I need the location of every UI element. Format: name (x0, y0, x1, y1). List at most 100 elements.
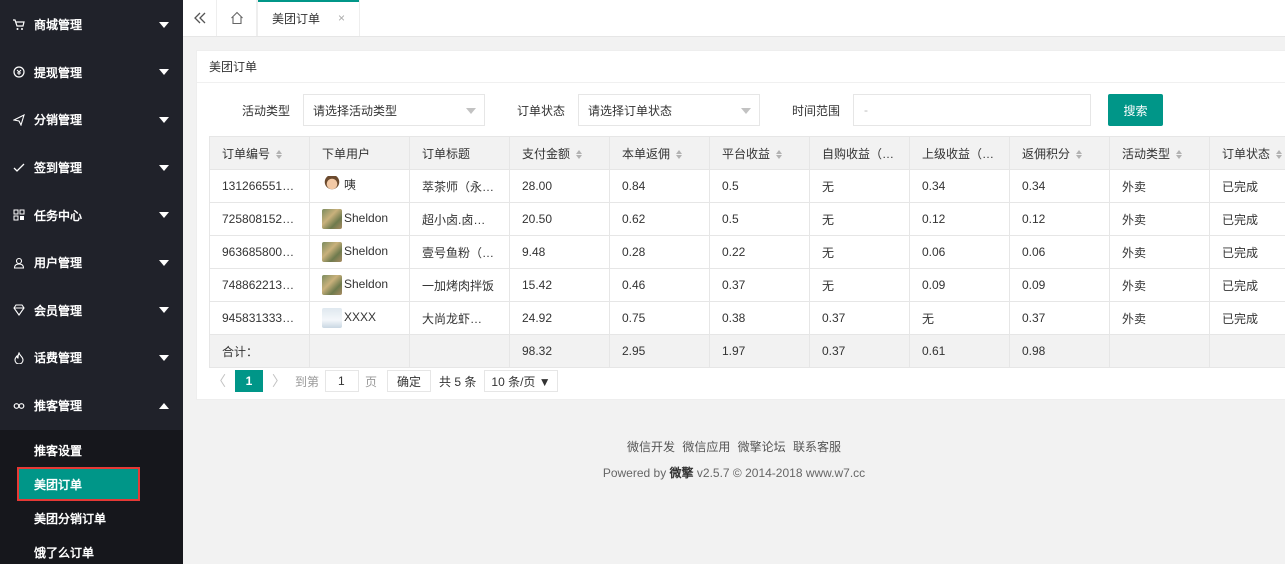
activity-type-select[interactable]: 请选择活动类型 (303, 94, 485, 126)
sort-icon[interactable] (1276, 149, 1283, 159)
column-header-label: 支付金额 (522, 146, 571, 161)
cell-parent: 无 (909, 301, 1010, 335)
column-header[interactable]: 订单编号 (209, 136, 310, 170)
cell-status: 已完成 (1209, 235, 1285, 269)
cell-platform: 0.37 (709, 268, 810, 302)
prev-page-icon[interactable]: 〈 (209, 371, 229, 391)
column-header: 自购收益（… (809, 136, 910, 170)
page-current[interactable]: 1 (235, 370, 263, 392)
table-row[interactable]: 945831333… XXXX 大尚龙虾… 24.92 0.75 0.38 0.… (209, 301, 1285, 335)
table-row[interactable]: 748862213… Sheldon 一加烤肉拌饭 15.42 0.46 0.3… (209, 268, 1285, 302)
column-header[interactable]: 支付金额 (509, 136, 610, 170)
order-status-select[interactable]: 请选择订单状态 (578, 94, 760, 126)
sort-icon[interactable] (576, 149, 583, 159)
table-row[interactable]: 963685800… Sheldon 壹号鱼粉（… 9.48 0.28 0.22… (209, 235, 1285, 269)
sort-icon[interactable] (276, 149, 283, 159)
chevron-down-icon (159, 259, 169, 266)
goto-page-input[interactable]: 1 (325, 370, 360, 392)
search-button[interactable]: 搜索 (1108, 94, 1163, 126)
close-icon[interactable]: × (338, 11, 345, 25)
column-header: 订单标题 (409, 136, 510, 170)
cell-commission: 0.75 (609, 301, 710, 335)
column-header-label: 自购收益（… (822, 146, 895, 161)
cell-user: 咦 (309, 169, 410, 203)
cell-title: 超小卤.卤… (409, 202, 510, 236)
cell-total-commission: 2.95 (609, 334, 710, 368)
sub-item-label: 推客设置 (34, 443, 83, 458)
sub-item-eleme-orders[interactable]: 饿了么订单 (0, 535, 183, 564)
cell-parent: 0.12 (909, 202, 1010, 236)
goto-confirm-button[interactable]: 确定 (387, 370, 432, 392)
cell-self: 0.37 (809, 301, 910, 335)
cell-points: 0.09 (1009, 268, 1110, 302)
nav-item-phone-fee[interactable]: 话费管理 (0, 334, 183, 382)
footer-link-wechat-dev[interactable]: 微信开发 (627, 440, 675, 454)
footer-link-wechat-apps[interactable]: 微信应用 (682, 440, 730, 454)
chevron-down-icon (159, 307, 169, 314)
column-header[interactable]: 平台收益 (709, 136, 810, 170)
cell-total-points: 0.98 (1009, 334, 1110, 368)
tab-meituan-orders[interactable]: 美团订单 × (257, 0, 361, 36)
table-row[interactable]: 725808152… Sheldon 超小卤.卤… 20.50 0.62 0.5… (209, 202, 1285, 236)
cell-pay: 24.92 (509, 301, 610, 335)
nav-item-checkin[interactable]: 签到管理 (0, 144, 183, 192)
page-unit-label: 页 (365, 374, 378, 389)
user-name: Sheldon (344, 211, 389, 226)
time-range-input[interactable]: - (853, 94, 1091, 126)
home-tab[interactable] (217, 0, 257, 36)
cell-order-no: 725808152… (209, 202, 310, 236)
sub-item-meituan-distribution-orders[interactable]: 美团分销订单 (0, 501, 183, 535)
avatar (322, 242, 342, 262)
footer-link-forum[interactable]: 微擎论坛 (738, 440, 786, 454)
nav-item-tasks[interactable]: 任务中心 (0, 191, 183, 239)
cell-platform: 0.5 (709, 169, 810, 203)
cell-platform: 0.38 (709, 301, 810, 335)
sort-icon[interactable] (1176, 149, 1183, 159)
sort-icon[interactable] (1076, 149, 1083, 159)
cell-type: 外卖 (1109, 301, 1210, 335)
column-header-label: 活动类型 (1122, 146, 1171, 161)
nav-item-label: 签到管理 (34, 161, 83, 176)
avatar (322, 275, 342, 295)
column-header: 上级收益（… (909, 136, 1010, 170)
collapse-sidebar-button[interactable] (183, 0, 217, 36)
avatar (322, 176, 342, 196)
cell-commission: 0.46 (609, 268, 710, 302)
table-row[interactable]: 131266551… 咦 萃茶师（永… 28.00 0.84 0.5 无 0.3… (209, 169, 1285, 203)
nav-item-members[interactable]: 会员管理 (0, 287, 183, 335)
sub-item-meituan-orders[interactable]: 美团订单 (17, 467, 140, 501)
nav-item-promoter[interactable]: 推客管理 (0, 382, 183, 430)
grid-icon (12, 208, 26, 222)
nav-item-label: 用户管理 (34, 256, 83, 271)
cell-user: Sheldon (309, 202, 410, 236)
cell-self: 无 (809, 202, 910, 236)
sort-icon[interactable] (776, 149, 783, 159)
nav-item-withdraw[interactable]: 提现管理 (0, 49, 183, 97)
nav-item-distribution[interactable]: 分销管理 (0, 96, 183, 144)
sort-icon[interactable] (676, 149, 683, 159)
footer-link-support[interactable]: 联系客服 (793, 440, 841, 454)
user-name: 咦 (344, 178, 357, 193)
sub-item-promoter-settings[interactable]: 推客设置 (0, 433, 183, 467)
nav-item-mall[interactable]: 商城管理 (0, 1, 183, 49)
cell-order-no: 131266551… (209, 169, 310, 203)
cell-total-parent: 0.61 (909, 334, 1010, 368)
column-header[interactable]: 本单返佣 (609, 136, 710, 170)
nav-item-users[interactable]: 用户管理 (0, 239, 183, 287)
time-range-placeholder: - (864, 103, 868, 117)
column-header[interactable]: 订单状态 (1209, 136, 1285, 170)
subnav-promoter: 推客设置 美团订单 美团分销订单 饿了么订单 (0, 430, 183, 564)
cell-points: 0.06 (1009, 235, 1110, 269)
page-size-select[interactable]: 10 条/页 ▼ (484, 370, 558, 392)
next-page-icon[interactable]: 〉 (269, 371, 289, 391)
column-header[interactable]: 返佣积分 (1009, 136, 1110, 170)
column-header[interactable]: 活动类型 (1109, 136, 1210, 170)
cell-pay: 9.48 (509, 235, 610, 269)
diamond-icon (12, 303, 26, 317)
nav-item-label: 商城管理 (34, 18, 83, 33)
cart-icon (12, 18, 26, 32)
pagination: 〈 1 〉 到第 1 页 确定 共 5 条 10 条/页 ▼ (209, 369, 558, 393)
cell-platform: 0.5 (709, 202, 810, 236)
panel-title: 美团订单 (197, 51, 1285, 83)
chevron-down-icon (159, 354, 169, 361)
